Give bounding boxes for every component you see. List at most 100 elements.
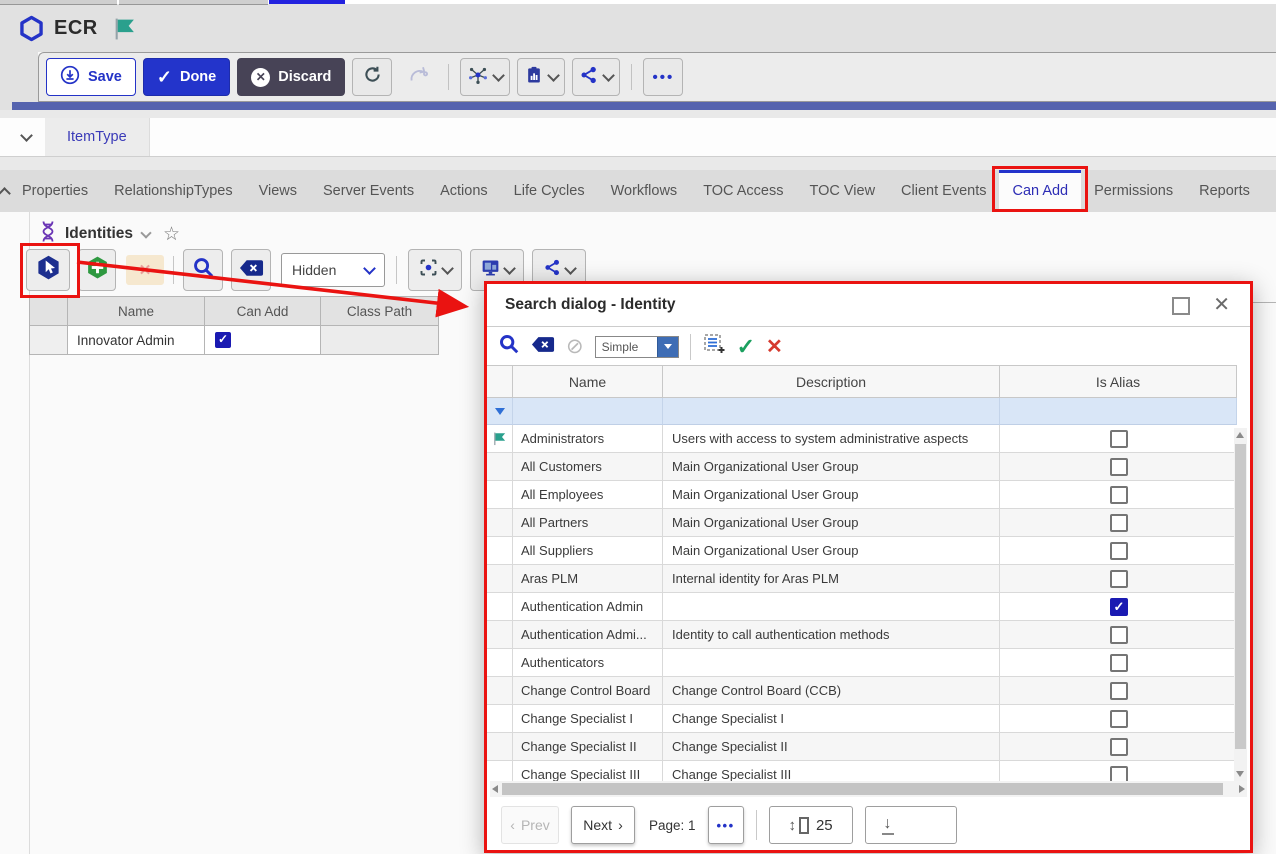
- is-alias-cell[interactable]: [1000, 677, 1237, 705]
- done-button[interactable]: ✓ Done: [143, 58, 230, 96]
- description-cell[interactable]: Internal identity for Aras PLM: [663, 565, 1000, 593]
- horizontal-scrollbar-thumb[interactable]: [502, 783, 1223, 795]
- is-alias-checkbox[interactable]: [1110, 570, 1128, 588]
- table-row[interactable]: Authentication Admin: [487, 593, 1237, 621]
- table-row[interactable]: Innovator Admin: [30, 326, 439, 355]
- scroll-right-icon[interactable]: [1239, 785, 1245, 793]
- row-selector-cell[interactable]: [487, 705, 513, 733]
- clear-search-button[interactable]: [231, 249, 271, 291]
- tab-can-add[interactable]: Can Add: [999, 170, 1081, 212]
- is-alias-checkbox[interactable]: [1110, 738, 1128, 756]
- filter-selector-cell[interactable]: [487, 398, 513, 425]
- column-header-name[interactable]: Name: [513, 365, 663, 398]
- row-selector-cell[interactable]: [487, 537, 513, 565]
- dialog-titlebar[interactable]: Search dialog - Identity ✕: [487, 284, 1250, 327]
- tab-toc-view[interactable]: TOC View: [797, 170, 889, 212]
- chevron-down-icon[interactable]: [140, 227, 151, 238]
- description-cell[interactable]: Change Control Board (CCB): [663, 677, 1000, 705]
- pick-related-item-button[interactable]: [26, 249, 70, 291]
- confirm-icon[interactable]: ✓: [737, 336, 755, 358]
- row-selector-cell[interactable]: [487, 593, 513, 621]
- is-alias-checkbox[interactable]: [1110, 682, 1128, 700]
- description-cell[interactable]: Identity to call authentication methods: [663, 621, 1000, 649]
- name-cell[interactable]: Aras PLM: [513, 565, 663, 593]
- vertical-scrollbar[interactable]: [1234, 428, 1247, 781]
- save-button[interactable]: Save: [46, 58, 136, 96]
- tab-permissions[interactable]: Permissions: [1081, 170, 1186, 212]
- table-row[interactable]: Change Control BoardChange Control Board…: [487, 677, 1237, 705]
- graph-view-button[interactable]: [460, 58, 510, 96]
- table-row[interactable]: AdministratorsUsers with access to syste…: [487, 425, 1237, 453]
- scroll-left-icon[interactable]: [492, 785, 498, 793]
- table-row[interactable]: Change Specialist IIChange Specialist II: [487, 733, 1237, 761]
- name-cell[interactable]: Change Specialist II: [513, 733, 663, 761]
- is-alias-cell[interactable]: [1000, 649, 1237, 677]
- row-selector-cell[interactable]: [30, 326, 68, 355]
- is-alias-checkbox[interactable]: [1110, 458, 1128, 476]
- cancel-icon[interactable]: ✕: [766, 337, 783, 357]
- table-row[interactable]: Change Specialist IIIChange Specialist I…: [487, 761, 1237, 781]
- name-cell[interactable]: All Customers: [513, 453, 663, 481]
- table-row[interactable]: All SuppliersMain Organizational User Gr…: [487, 537, 1237, 565]
- share-button[interactable]: [572, 58, 620, 96]
- is-alias-cell[interactable]: [1000, 509, 1237, 537]
- name-cell[interactable]: All Employees: [513, 481, 663, 509]
- add-related-item-button[interactable]: [78, 249, 116, 291]
- scroll-up-icon[interactable]: [1236, 432, 1244, 438]
- hidden-view-select[interactable]: Hidden: [281, 253, 385, 287]
- column-header-class-path[interactable]: Class Path: [321, 297, 439, 326]
- row-selector-cell[interactable]: [487, 481, 513, 509]
- name-cell[interactable]: Authentication Admin: [513, 593, 663, 621]
- row-selector-cell[interactable]: [487, 565, 513, 593]
- is-alias-checkbox[interactable]: [1110, 598, 1128, 616]
- description-cell[interactable]: Main Organizational User Group: [663, 453, 1000, 481]
- is-alias-checkbox[interactable]: [1110, 766, 1128, 782]
- name-cell[interactable]: Administrators: [513, 425, 663, 453]
- is-alias-cell[interactable]: [1000, 565, 1237, 593]
- column-header-can-add[interactable]: Can Add: [205, 297, 321, 326]
- tab-properties[interactable]: Properties: [9, 170, 101, 212]
- row-selector-cell[interactable]: [487, 621, 513, 649]
- redo-button[interactable]: [399, 58, 437, 96]
- is-alias-checkbox[interactable]: [1110, 542, 1128, 560]
- next-page-button[interactable]: Next ›: [571, 806, 635, 844]
- is-alias-checkbox[interactable]: [1110, 514, 1128, 532]
- is-alias-cell[interactable]: [1000, 761, 1237, 781]
- filter-row[interactable]: [487, 398, 1237, 425]
- run-search-icon[interactable]: [498, 333, 520, 360]
- tab-workflows[interactable]: Workflows: [598, 170, 691, 212]
- tab-relationshiptypes[interactable]: RelationshipTypes: [101, 170, 246, 212]
- tab-actions[interactable]: Actions: [427, 170, 501, 212]
- refresh-button[interactable]: [352, 58, 392, 96]
- browser-tab-active[interactable]: [269, 0, 345, 4]
- more-pages-button[interactable]: •••: [708, 806, 744, 844]
- table-row[interactable]: All CustomersMain Organizational User Gr…: [487, 453, 1237, 481]
- description-cell[interactable]: Users with access to system administrati…: [663, 425, 1000, 453]
- is-alias-cell[interactable]: [1000, 453, 1237, 481]
- tab-reports[interactable]: Reports: [1186, 170, 1263, 212]
- row-selector-cell[interactable]: [487, 649, 513, 677]
- description-cell[interactable]: Change Specialist II: [663, 733, 1000, 761]
- description-cell[interactable]: Change Specialist III: [663, 761, 1000, 781]
- collapse-tabs-button[interactable]: [0, 170, 9, 212]
- description-cell[interactable]: Main Organizational User Group: [663, 509, 1000, 537]
- search-rows-button[interactable]: [183, 249, 223, 291]
- browser-tab-1[interactable]: [0, 0, 117, 5]
- is-alias-checkbox[interactable]: [1110, 654, 1128, 672]
- flag-icon[interactable]: [487, 425, 513, 453]
- favorite-star-icon[interactable]: ☆: [163, 225, 180, 244]
- table-row[interactable]: Authenticators: [487, 649, 1237, 677]
- table-row[interactable]: All EmployeesMain Organizational User Gr…: [487, 481, 1237, 509]
- description-cell[interactable]: [663, 593, 1000, 621]
- tab-poly[interactable]: Poly: [1263, 170, 1276, 212]
- name-cell[interactable]: Authentication Admi...: [513, 621, 663, 649]
- table-row[interactable]: Aras PLMInternal identity for Aras PLM: [487, 565, 1237, 593]
- row-selector-header[interactable]: [487, 365, 513, 398]
- table-row[interactable]: All PartnersMain Organizational User Gro…: [487, 509, 1237, 537]
- more-button[interactable]: •••: [643, 58, 683, 96]
- is-alias-cell[interactable]: [1000, 593, 1237, 621]
- description-cell[interactable]: [663, 649, 1000, 677]
- row-selector-cell[interactable]: [487, 677, 513, 705]
- horizontal-scrollbar[interactable]: [490, 781, 1247, 797]
- maximize-icon[interactable]: [1172, 297, 1190, 315]
